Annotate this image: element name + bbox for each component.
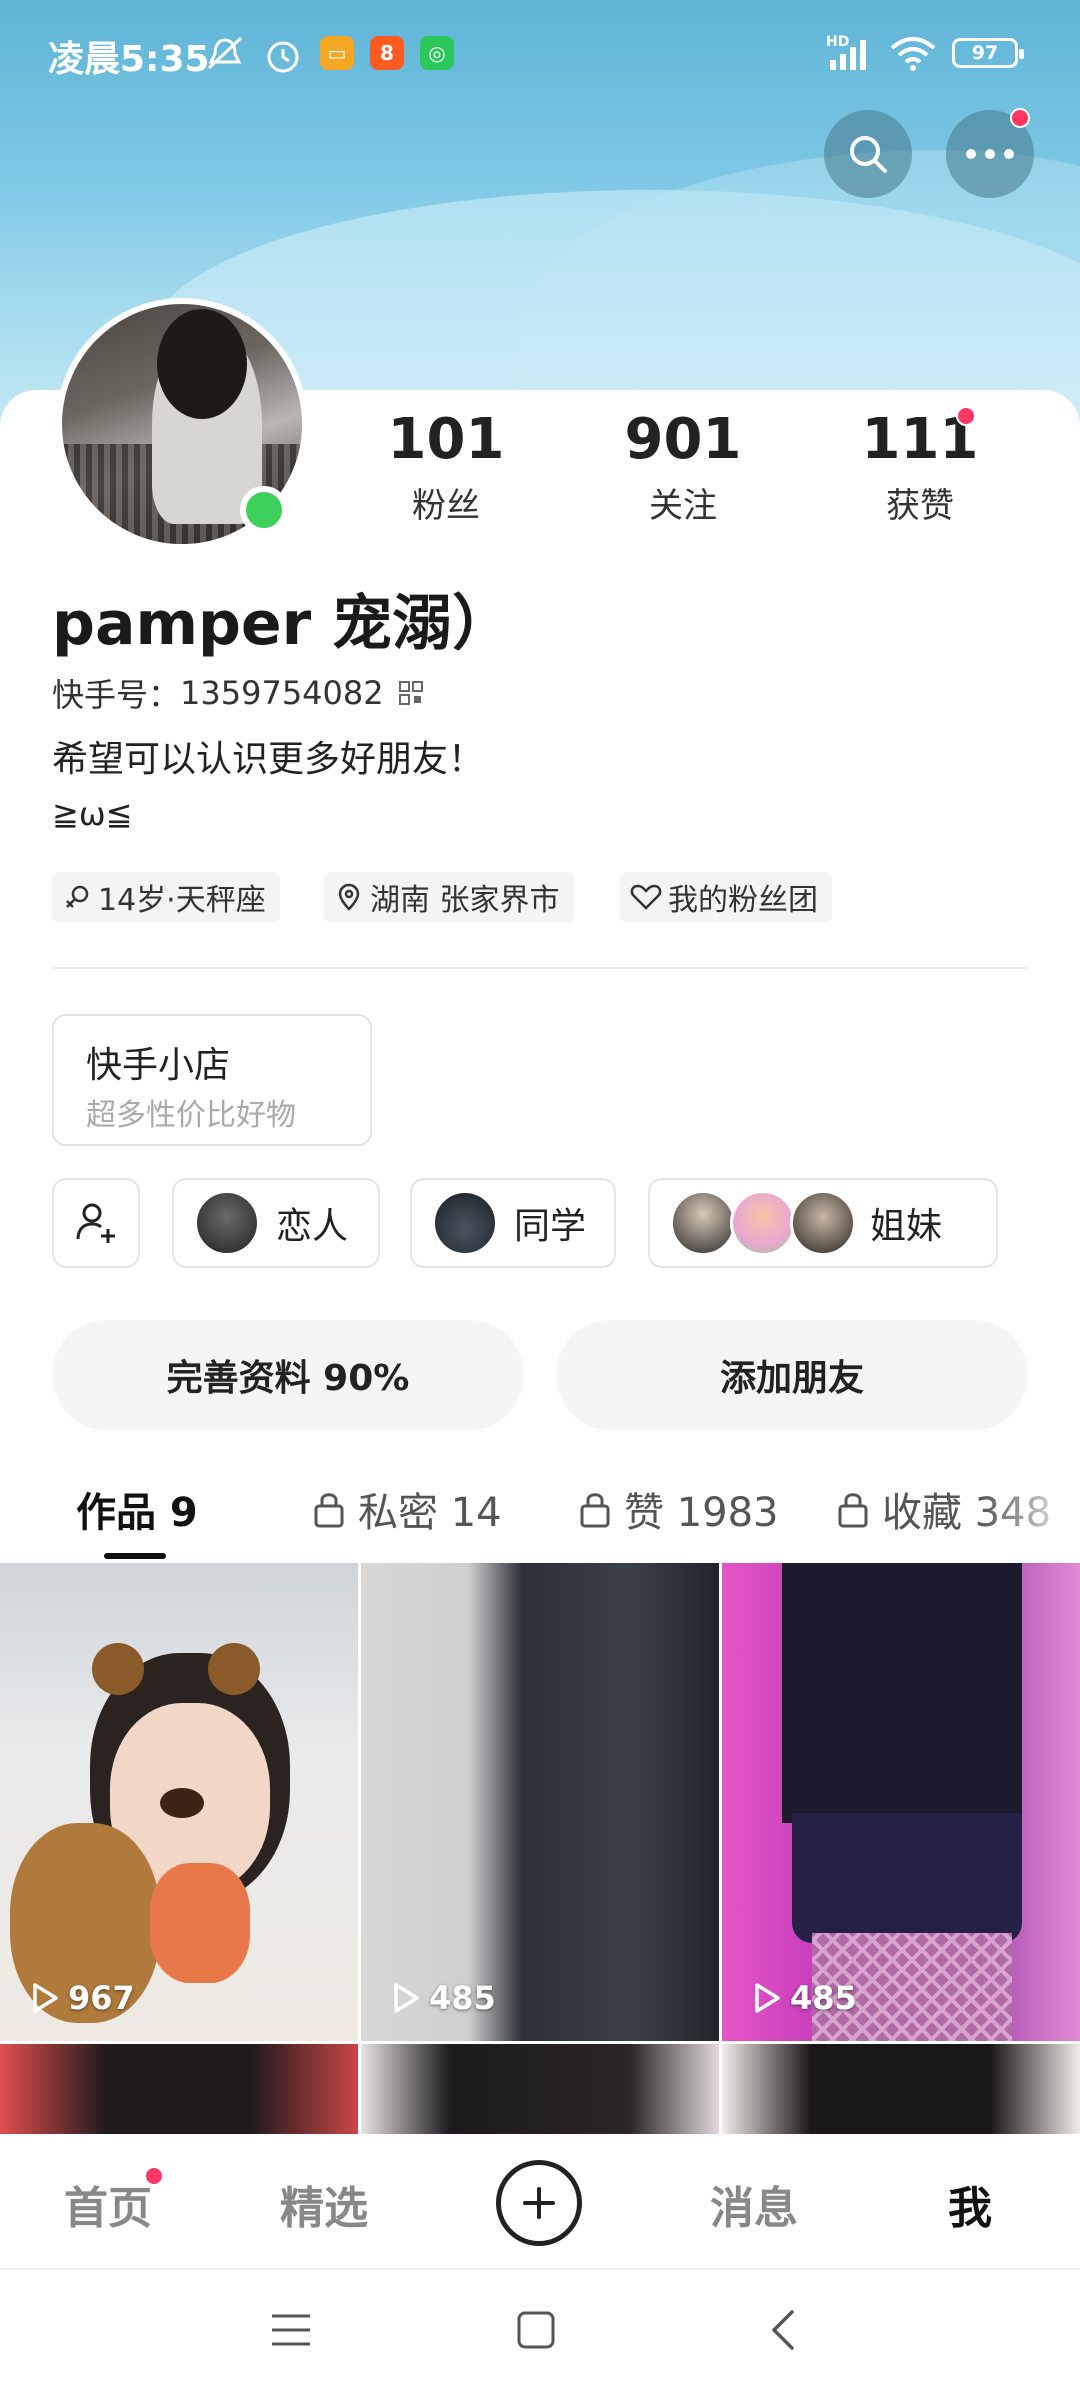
kuaishou-id: 1359754082 xyxy=(180,674,384,712)
sister-avatar-3 xyxy=(790,1190,856,1256)
alarm-icon xyxy=(267,41,299,73)
more-notification-dot xyxy=(1010,108,1030,128)
video-thumbnail[interactable] xyxy=(0,2044,358,2134)
lover-avatar xyxy=(194,1190,260,1256)
tag-location: 湖南 张家界市 xyxy=(324,872,574,922)
wifi-icon xyxy=(890,37,936,71)
tab-active-indicator xyxy=(104,1553,166,1559)
video-thumbnail[interactable] xyxy=(361,2044,719,2134)
signal-icon xyxy=(830,40,866,70)
tab-works[interactable]: 作品 9 xyxy=(76,1480,198,1538)
status-bar: 凌晨5:35 ▭ 8 ◎ HD 97 xyxy=(0,0,1080,110)
stat-following[interactable]: 901 关注 xyxy=(593,408,773,527)
relation-lover-label: 恋人 xyxy=(276,1206,349,1247)
gender-icon xyxy=(66,885,89,908)
search-icon xyxy=(850,136,887,173)
play-count: 967 xyxy=(68,1979,135,2017)
relation-sisters[interactable]: 姐妹 xyxy=(648,1178,998,1268)
nav-home[interactable]: 首页 xyxy=(64,2172,152,2236)
shop-subtitle: 超多性价比好物 xyxy=(86,1098,296,1133)
home-icon[interactable] xyxy=(516,2310,556,2350)
divider xyxy=(52,967,1028,969)
bio-line-2: ≧ω≦ xyxy=(52,795,133,833)
stat-likes[interactable]: 111 获赞 xyxy=(830,408,1010,527)
video-play-count: 485 xyxy=(391,1979,496,2017)
sister-avatar-2 xyxy=(730,1190,796,1256)
followers-count: 101 xyxy=(387,407,505,472)
add-relation-button[interactable] xyxy=(52,1178,140,1268)
search-button[interactable] xyxy=(824,110,912,198)
heart-icon xyxy=(630,884,662,910)
play-count: 485 xyxy=(790,1979,857,2017)
more-icon xyxy=(966,149,1014,159)
video-thumbnail[interactable]: 485 xyxy=(722,1563,1080,2041)
system-nav-bar xyxy=(0,2272,1080,2400)
tab-liked[interactable]: 赞 1983 xyxy=(578,1480,779,1538)
kuaishou-app-icon: 8 xyxy=(370,36,404,70)
kuaishou-id-row[interactable]: 快手号： 1359754082 xyxy=(52,670,424,716)
create-button[interactable] xyxy=(496,2160,582,2246)
tag-fan-club-label: 我的粉丝团 xyxy=(668,883,818,918)
relation-classmate-label: 同学 xyxy=(514,1206,587,1247)
tag-age-zodiac: 14岁·天秤座 xyxy=(52,872,280,922)
stat-followers[interactable]: 101 粉丝 xyxy=(356,408,536,527)
battery-indicator: 97 xyxy=(952,38,1024,68)
status-time: 凌晨5:35 xyxy=(48,39,210,80)
likes-label: 获赞 xyxy=(886,486,954,526)
play-icon xyxy=(394,1983,419,2013)
shop-title: 快手小店 xyxy=(86,1045,231,1086)
plus-icon xyxy=(523,2187,555,2219)
video-thumbnail[interactable] xyxy=(722,2044,1080,2134)
qr-code-icon xyxy=(398,681,423,705)
online-status-dot xyxy=(240,486,288,534)
video-thumbnail[interactable]: 967 xyxy=(0,1563,358,2041)
tab-works-label: 作品 9 xyxy=(76,1490,198,1536)
nav-messages[interactable]: 消息 xyxy=(710,2172,798,2236)
notes-app-icon: ▭ xyxy=(320,36,354,70)
likes-count: 111 xyxy=(861,407,979,472)
tag-location-label: 湖南 张家界市 xyxy=(370,883,560,918)
play-icon xyxy=(33,1983,58,2013)
relation-sisters-label: 姐妹 xyxy=(870,1206,943,1247)
lock-icon xyxy=(838,1493,868,1528)
relation-classmate[interactable]: 同学 xyxy=(410,1178,616,1268)
tab-liked-label: 赞 1983 xyxy=(624,1490,779,1536)
kuaishou-shop-card[interactable]: 快手小店 超多性价比好物 xyxy=(52,1014,372,1146)
kuaishou-id-label: 快手号： xyxy=(52,676,181,714)
tab-private[interactable]: 私密 14 xyxy=(312,1480,502,1538)
wechat-app-icon: ◎ xyxy=(420,36,454,70)
nav-me[interactable]: 我 xyxy=(948,2172,992,2236)
lock-icon xyxy=(314,1493,344,1528)
nav-featured[interactable]: 精选 xyxy=(280,2172,368,2236)
add-friend-button[interactable]: 添加朋友 xyxy=(556,1320,1028,1430)
followers-label: 粉丝 xyxy=(412,486,480,526)
username: pamper 宠溺） xyxy=(52,589,513,659)
mute-icon xyxy=(207,36,243,70)
menu-icon[interactable] xyxy=(270,2312,312,2348)
tag-age-label: 14岁·天秤座 xyxy=(98,883,266,918)
following-count: 901 xyxy=(624,407,742,472)
bottom-nav: 首页 精选 消息 我 xyxy=(0,2134,1080,2270)
relation-lover[interactable]: 恋人 xyxy=(172,1178,380,1268)
tag-fan-club[interactable]: 我的粉丝团 xyxy=(620,872,832,922)
complete-profile-button[interactable]: 完善资料 90% xyxy=(52,1320,524,1430)
likes-notification-dot xyxy=(956,406,976,426)
play-icon xyxy=(755,1983,780,2013)
video-play-count: 967 xyxy=(30,1979,135,2017)
play-count: 485 xyxy=(429,1979,496,2017)
bio-line-1: 希望可以认识更多好朋友！ xyxy=(52,739,485,780)
video-thumbnail[interactable]: 485 xyxy=(361,1563,719,2041)
video-play-count: 485 xyxy=(752,1979,857,2017)
home-notification-dot xyxy=(144,2166,164,2186)
location-pin-icon xyxy=(338,883,360,911)
back-icon[interactable] xyxy=(768,2308,798,2352)
tab-private-label: 私密 14 xyxy=(358,1490,502,1536)
add-person-icon xyxy=(76,1203,115,1243)
classmate-avatar xyxy=(432,1190,498,1256)
following-label: 关注 xyxy=(649,486,717,526)
sister-avatar-1 xyxy=(670,1190,736,1256)
lock-icon xyxy=(580,1493,610,1528)
